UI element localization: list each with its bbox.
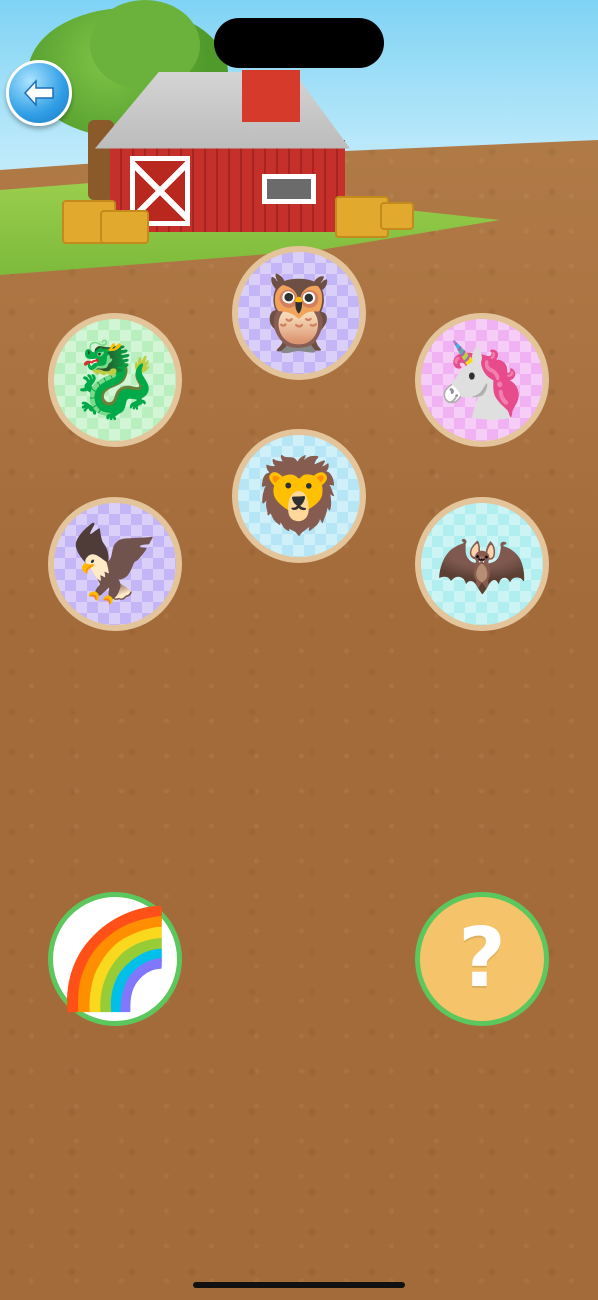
unicorn-icon: 🦄 (435, 337, 529, 423)
arrow-left-icon (23, 79, 54, 107)
animal-tile-unicorn[interactable]: 🦄 (415, 313, 549, 447)
lion-icon: 🦁 (252, 453, 346, 539)
animal-tile-owl[interactable]: 🦉 (232, 246, 366, 380)
bat-icon: 🦇 (435, 521, 529, 607)
barn-window (262, 174, 316, 204)
rainbow-button[interactable]: 🌈 (48, 892, 182, 1026)
dragon-icon: 🐉 (68, 337, 162, 423)
owl-icon: 🦉 (252, 270, 346, 356)
eagle-icon: 🦅 (68, 521, 162, 607)
question-mark-icon: ? (458, 911, 506, 1006)
animal-tile-bat[interactable]: 🦇 (415, 497, 549, 631)
home-indicator (193, 1282, 405, 1288)
mystery-button[interactable]: ? (415, 892, 549, 1026)
hay-bale (100, 210, 149, 244)
animal-tile-eagle[interactable]: 🦅 (48, 497, 182, 631)
device-notch (214, 18, 384, 68)
rainbow-icon: 🌈 (55, 903, 175, 1015)
barn-chimney (242, 70, 300, 122)
hay-bale (380, 202, 414, 230)
animal-tile-lion[interactable]: 🦁 (232, 429, 366, 563)
back-button[interactable] (6, 60, 72, 126)
animal-tile-dragon[interactable]: 🐉 (48, 313, 182, 447)
